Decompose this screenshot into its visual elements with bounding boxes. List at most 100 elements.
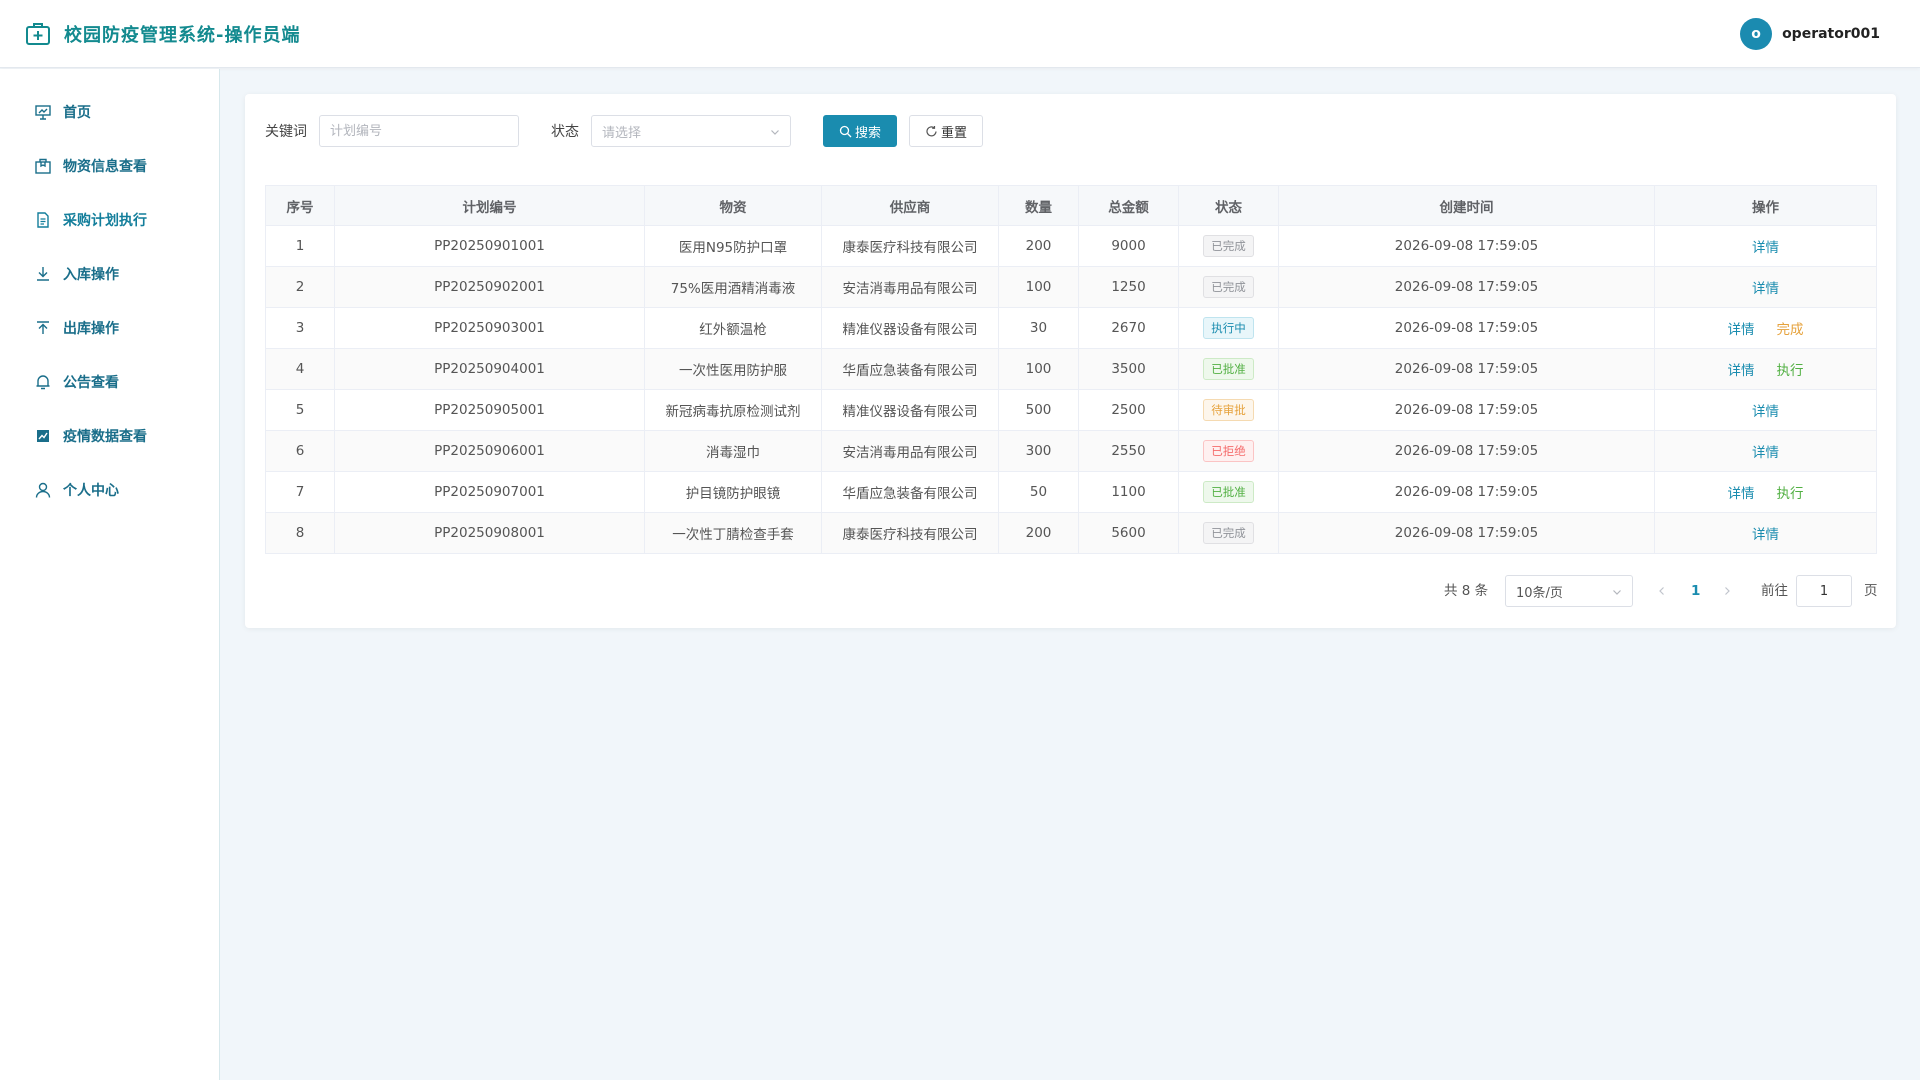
cell-qty: 100 [998, 266, 1079, 308]
cell-created: 2026-09-08 17:59:05 [1278, 266, 1655, 308]
cell-plan-no: PP20250907001 [334, 471, 645, 513]
cell-status: 已完成 [1178, 266, 1279, 308]
cell-no: 7 [265, 471, 335, 513]
reset-button[interactable]: 重置 [909, 115, 983, 147]
cell-actions: 详情 [1654, 430, 1877, 472]
table-row: 6 PP20250906001 消毒湿巾 安洁消毒用品有限公司 300 2550 已拒绝 20… [265, 430, 1877, 472]
download-icon [37, 267, 49, 281]
cell-material: 一次性医用防护服 [644, 348, 822, 390]
detail-link[interactable]: 详情 [1728, 359, 1755, 379]
cell-created: 2026-09-08 17:59:05 [1278, 471, 1655, 513]
cell-amount: 5600 [1078, 512, 1179, 554]
cell-qty: 100 [998, 348, 1079, 390]
table-row: 4 PP20250904001 一次性医用防护服 华盾应急装备有限公司 100 3500 已… [265, 348, 1877, 390]
sidebar-item-outbound[interactable]: 出库操作 [0, 301, 219, 355]
goto-label: 前往 [1761, 583, 1788, 599]
cell-supplier: 精准仪器设备有限公司 [821, 307, 999, 349]
column-header-material: 物资 [644, 185, 822, 226]
sidebar: 首页 物资信息查看 采购计划执行 入库操作 出库操作 公告查看 疫情数据查看 个… [0, 69, 220, 1080]
cell-status: 待审批 [1178, 389, 1279, 431]
cell-amount: 3500 [1078, 348, 1179, 390]
cell-material: 护目镜防护眼镜 [644, 471, 822, 513]
detail-link[interactable]: 详情 [1752, 523, 1779, 543]
sidebar-item-notices[interactable]: 公告查看 [0, 355, 219, 409]
cell-material: 消毒湿巾 [644, 430, 822, 472]
sidebar-item-home[interactable]: 首页 [0, 85, 219, 139]
cell-supplier: 安洁消毒用品有限公司 [821, 430, 999, 472]
page-number-current[interactable]: 1 [1691, 575, 1700, 607]
page-size-select[interactable]: 10条/页 [1505, 575, 1633, 607]
cell-supplier: 华盾应急装备有限公司 [821, 348, 999, 390]
upload-icon [37, 321, 49, 334]
detail-link[interactable]: 详情 [1728, 318, 1755, 338]
cell-actions: 详情 [1654, 512, 1877, 554]
sidebar-item-inbound[interactable]: 入库操作 [0, 247, 219, 301]
cell-created: 2026-09-08 17:59:05 [1278, 430, 1655, 472]
purchase-plan-table: 序号 计划编号 物资 供应商 数量 总金额 状态 创建时间 操作 1 PP2025… [265, 185, 1877, 554]
column-header-amount: 总金额 [1078, 185, 1179, 226]
column-header-status: 状态 [1178, 185, 1279, 226]
cell-no: 5 [265, 389, 335, 431]
detail-link[interactable]: 详情 [1752, 400, 1779, 420]
cell-plan-no: PP20250901001 [334, 225, 645, 267]
search-button[interactable]: 搜索 [823, 115, 897, 147]
prev-page-icon[interactable] [1657, 586, 1667, 596]
sidebar-item-profile[interactable]: 个人中心 [0, 463, 219, 517]
cell-actions: 详情 [1654, 266, 1877, 308]
keyword-label: 关键词 [265, 124, 307, 140]
avatar[interactable]: o [1740, 18, 1773, 50]
cell-status: 已批准 [1178, 471, 1279, 513]
cell-supplier: 安洁消毒用品有限公司 [821, 266, 999, 308]
cell-no: 6 [265, 430, 335, 472]
username[interactable]: operator001 [1782, 26, 1880, 42]
status-label: 状态 [551, 124, 579, 140]
user-menu[interactable]: o operator001 [1740, 18, 1880, 50]
cell-material: 75%医用酒精消毒液 [644, 266, 822, 308]
next-page-icon[interactable] [1722, 586, 1732, 596]
execute-link[interactable]: 执行 [1777, 482, 1804, 502]
detail-link[interactable]: 详情 [1752, 277, 1779, 297]
keyword-input[interactable] [319, 115, 519, 147]
medical-kit-icon [26, 23, 50, 45]
sidebar-item-materials[interactable]: 物资信息查看 [0, 139, 219, 193]
cell-plan-no: PP20250908001 [334, 512, 645, 554]
status-select-placeholder: 请选择 [602, 125, 642, 141]
sidebar-item-epidemic-data[interactable]: 疫情数据查看 [0, 409, 219, 463]
cell-actions: 详情 完成 [1654, 307, 1877, 349]
purchase-plan-card: 关键词 状态 请选择 搜索 重置 序号 计划编号 物资 供应商 数量 总金额 状… [245, 94, 1896, 628]
cell-material: 一次性丁腈检查手套 [644, 512, 822, 554]
complete-link[interactable]: 完成 [1777, 318, 1804, 338]
sidebar-item-purchase-plan[interactable]: 采购计划执行 [0, 193, 219, 247]
cell-plan-no: PP20250903001 [334, 307, 645, 349]
execute-link[interactable]: 执行 [1777, 359, 1804, 379]
sidebar-item-label: 首页 [63, 105, 91, 121]
app-title: 校园防疫管理系统-操作员端 [64, 25, 301, 46]
goto-page-input[interactable] [1796, 575, 1852, 607]
chart-icon [37, 430, 49, 442]
cell-qty: 200 [998, 512, 1079, 554]
status-select[interactable]: 请选择 [591, 115, 791, 147]
cell-supplier: 康泰医疗科技有限公司 [821, 512, 999, 554]
cell-actions: 详情 执行 [1654, 348, 1877, 390]
detail-link[interactable]: 详情 [1752, 441, 1779, 461]
detail-link[interactable]: 详情 [1752, 236, 1779, 256]
cell-created: 2026-09-08 17:59:05 [1278, 512, 1655, 554]
table-row: 3 PP20250903001 红外额温枪 精准仪器设备有限公司 30 2670 执行中 20… [265, 307, 1877, 349]
cell-actions: 详情 执行 [1654, 471, 1877, 513]
status-badge: 待审批 [1203, 399, 1254, 421]
column-header-actions: 操作 [1654, 185, 1877, 226]
cell-amount: 2550 [1078, 430, 1179, 472]
cell-no: 3 [265, 307, 335, 349]
sidebar-item-label: 公告查看 [63, 375, 119, 391]
cell-created: 2026-09-08 17:59:05 [1278, 389, 1655, 431]
cell-qty: 200 [998, 225, 1079, 267]
sidebar-item-label: 个人中心 [63, 483, 119, 499]
detail-link[interactable]: 详情 [1728, 482, 1755, 502]
cell-created: 2026-09-08 17:59:05 [1278, 225, 1655, 267]
cell-actions: 详情 [1654, 389, 1877, 431]
cell-status: 已拒绝 [1178, 430, 1279, 472]
status-badge: 已完成 [1203, 276, 1254, 298]
cell-supplier: 康泰医疗科技有限公司 [821, 225, 999, 267]
status-badge: 执行中 [1203, 317, 1254, 339]
dashboard-board-icon [35, 105, 51, 120]
